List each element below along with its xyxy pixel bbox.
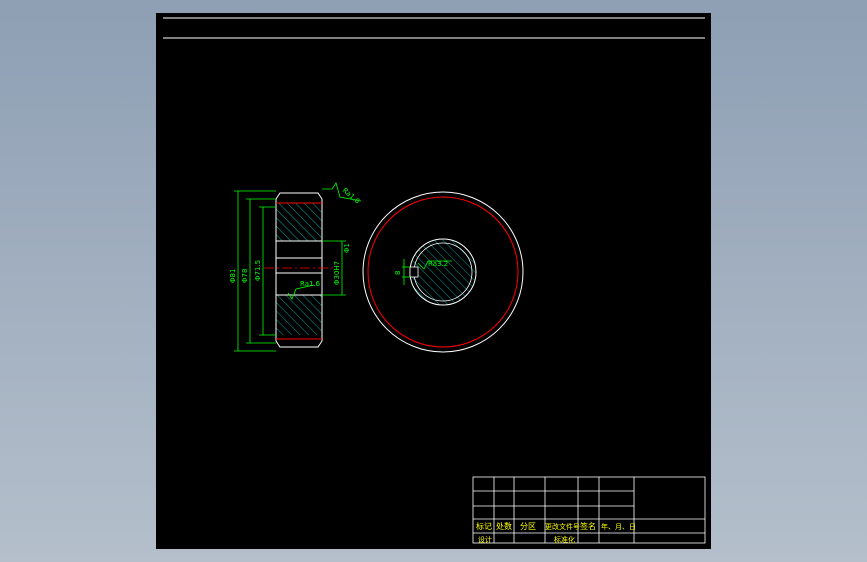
dim-bore-tail: Φ1: [343, 243, 351, 253]
drawing-sheet: Φ81 Φ78 Φ71.5 Φ30H7 Φ1 Ra1.6 Ra1.6 8 Ra3…: [156, 13, 711, 549]
tb-label-design: 设计: [478, 535, 492, 544]
tb-label-mark: 标记: [476, 521, 492, 531]
sheet-border: [163, 17, 705, 39]
bore-circle: [413, 242, 473, 302]
side-view: [362, 191, 524, 353]
tb-label-count: 处数: [496, 521, 512, 531]
roughness-top: Ra1.6: [341, 186, 362, 205]
roughness-bore: Ra1.6: [300, 280, 321, 288]
tb-label-signature: 签名: [580, 521, 596, 531]
dim-pitch-diameter: Φ78: [241, 269, 249, 283]
keyway: [409, 266, 419, 278]
dim-keyway: 8: [394, 271, 402, 275]
dim-root-diameter: Φ71.5: [254, 260, 262, 281]
title-block: [472, 476, 706, 544]
dim-bore: Φ30H7: [333, 261, 341, 285]
tb-label-zone: 分区: [520, 522, 536, 531]
tb-label-standardization: 标准化: [554, 535, 575, 544]
section-hatch-bottom: [276, 295, 322, 335]
tb-label-change-doc: 更改文件号: [545, 522, 580, 531]
section-hatch-top: [276, 203, 322, 241]
cad-drawing: Φ81 Φ78 Φ71.5 Φ30H7 Φ1 Ra1.6 Ra1.6 8 Ra3…: [163, 17, 706, 544]
tb-label-date: 年、月、日: [601, 522, 636, 531]
dim-outer-diameter: Φ81: [229, 269, 237, 283]
roughness-keyway: Ra3.2: [428, 260, 448, 268]
front-section-view: [264, 192, 334, 348]
